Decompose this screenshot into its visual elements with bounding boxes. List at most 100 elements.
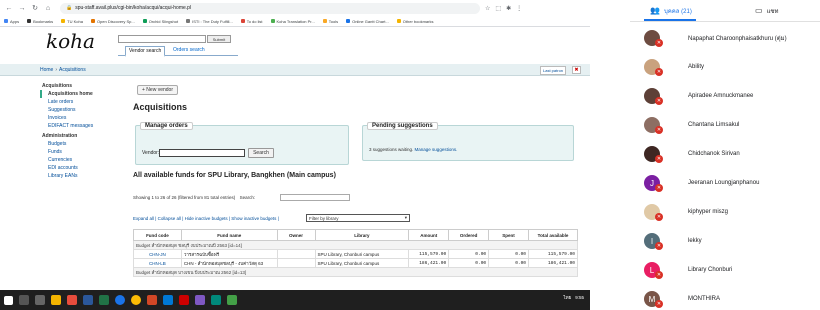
sidebar: Acquisitions Acquisitions home Late orde… xyxy=(40,80,130,180)
tab-chat[interactable]: ▭ แชท xyxy=(755,6,778,16)
chat-icon: ▭ xyxy=(755,6,763,15)
task-view-icon[interactable] xyxy=(35,295,45,305)
close-icon[interactable]: ✖ xyxy=(572,66,581,74)
bookmark-item[interactable]: Bookmarks xyxy=(27,19,53,24)
url-field[interactable]: 🔒 spu-staff.avail.plus/cgi-bin/koha/acqu… xyxy=(60,2,480,14)
group-label: Budget สำนักหอสมุด ชลบุรี งบประมาณปี 256… xyxy=(133,240,578,250)
sidebar-item-library-eans[interactable]: Library EANs xyxy=(40,172,130,180)
expand-collapse-links[interactable]: Expand all | Collapse all | Hide inactiv… xyxy=(133,216,279,221)
fund-spent: 0.00 xyxy=(488,249,530,259)
participant-row[interactable]: ✕ Apiradee Amnuckmanee xyxy=(644,86,820,106)
last-patron-button[interactable]: Last patron xyxy=(540,66,567,75)
participant-row[interactable]: ✕ Ability xyxy=(644,57,820,77)
col-amount[interactable]: Amount xyxy=(408,229,450,241)
clock[interactable]: 9:55 xyxy=(575,295,584,300)
bookmark-item[interactable]: ISTI : The Duty Fulfill... xyxy=(186,19,233,24)
breadcrumb-acquisitions[interactable]: Acquisitions xyxy=(59,67,86,73)
tab-orders-search[interactable]: Orders search xyxy=(173,47,205,53)
participant-row[interactable]: ✕ Chidchanok Sirivan xyxy=(644,144,820,164)
puzzle-icon[interactable]: ✱ xyxy=(506,5,511,12)
participant-row[interactable]: M ✕ MONTHIRA xyxy=(644,289,820,309)
edge-icon[interactable] xyxy=(163,295,173,305)
sidebar-item-late-orders[interactable]: Late orders xyxy=(40,98,130,106)
menu-icon[interactable]: ⋮ xyxy=(516,5,522,12)
bookmark-item[interactable]: Koha Translation Pr... xyxy=(270,19,315,24)
app-icon[interactable] xyxy=(67,295,77,305)
search-icon[interactable] xyxy=(19,295,29,305)
vendor-submit-button[interactable]: Submit xyxy=(207,35,231,43)
sidebar-item-budgets[interactable]: Budgets xyxy=(40,140,130,148)
file-explorer-icon[interactable] xyxy=(51,295,61,305)
sidebar-item-acquisitions-home[interactable]: Acquisitions home xyxy=(40,90,130,98)
participant-name: Chidchanok Sirivan xyxy=(688,151,740,157)
filter-library-select[interactable]: Filter by library ▾ xyxy=(306,214,410,222)
star-icon[interactable]: ☆ xyxy=(485,5,490,12)
col-owner[interactable]: Owner xyxy=(276,229,316,241)
participant-row[interactable]: ✕ Chantana Limsakul xyxy=(644,115,820,135)
avatar: M ✕ xyxy=(644,291,663,308)
app-icon-3[interactable] xyxy=(211,295,221,305)
fund-code-link[interactable]: CHN-LB xyxy=(149,261,166,266)
avatar: ✕ xyxy=(644,204,663,221)
sidebar-item-edifact[interactable]: EDIFACT messages xyxy=(40,122,130,130)
vendor-label: Vendor: xyxy=(142,150,160,156)
breadcrumb-home[interactable]: Home xyxy=(40,67,53,73)
sidebar-item-edi-accounts[interactable]: EDI accounts xyxy=(40,164,130,172)
mic-off-icon: ✕ xyxy=(655,68,663,76)
windows-start-icon[interactable] xyxy=(4,295,13,305)
sidebar-item-currencies[interactable]: Currencies xyxy=(40,156,130,164)
manage-suggestions-link[interactable]: Manage suggestions. xyxy=(415,147,458,152)
meet-participants-panel: 👥 บุคคล (21) ▭ แชท ✕ Napaphat Charoonphai… xyxy=(630,0,820,310)
reload-icon[interactable]: ↻ xyxy=(30,3,40,13)
word-icon[interactable] xyxy=(83,295,93,305)
fund-code-link[interactable]: CHN-JN xyxy=(149,252,166,257)
participant-name: Ability xyxy=(688,64,705,70)
new-vendor-button[interactable]: + New vendor xyxy=(137,85,178,95)
vendor-input[interactable] xyxy=(159,149,245,157)
lang-indicator[interactable]: ไทย xyxy=(563,294,571,301)
extension-icon[interactable]: ⬚ xyxy=(495,5,501,12)
table-row: CHN-LB CHN - สำนักหอสมุดชลบุรี - งบค่าวั… xyxy=(133,258,578,268)
back-icon[interactable]: ← xyxy=(4,3,14,13)
bookmark-item[interactable]: TU Koha xyxy=(61,19,83,24)
forward-icon[interactable]: → xyxy=(17,3,27,13)
col-fund-code[interactable]: Fund code xyxy=(133,229,182,241)
acrobat-icon[interactable] xyxy=(179,295,189,305)
bookmark-item[interactable]: Open Discovery Sp... xyxy=(90,19,135,24)
search-button[interactable]: Search xyxy=(248,148,274,158)
sidebar-item-funds[interactable]: Funds xyxy=(40,148,130,156)
col-fund-name[interactable]: Fund name xyxy=(180,229,278,241)
avatar: ✕ xyxy=(644,59,663,76)
bookmark-other[interactable]: Other bookmarks xyxy=(396,19,433,24)
sidebar-item-invoices[interactable]: Invoices xyxy=(40,114,130,122)
bookmark-item[interactable]: Tools xyxy=(322,19,338,24)
participant-row[interactable]: ✕ Napaphat Charoonphaisatkhuru (ตุ่ม) xyxy=(644,28,820,48)
table-search-input[interactable] xyxy=(280,194,350,201)
bookmark-item[interactable]: To do list xyxy=(240,19,263,24)
home-icon[interactable]: ⌂ xyxy=(43,3,53,13)
participant-row[interactable]: J ✕ Jeeranan Loungjanphanou xyxy=(644,173,820,193)
excel-icon[interactable] xyxy=(99,295,109,305)
funds-table: Fund code Fund name Owner Library Amount… xyxy=(133,229,578,277)
col-spent[interactable]: Spent xyxy=(488,229,530,241)
vendor-search-input[interactable] xyxy=(118,35,206,43)
powerpoint-icon[interactable] xyxy=(147,295,157,305)
app-icon-2[interactable] xyxy=(195,295,205,305)
tab-vendor-search[interactable]: Vendor search xyxy=(125,46,166,57)
col-library[interactable]: Library xyxy=(314,229,410,241)
koha-logo[interactable]: koha xyxy=(46,29,95,53)
app-icon-4[interactable] xyxy=(227,295,237,305)
bookmark-item[interactable]: Apps xyxy=(4,19,19,24)
col-total-available[interactable]: Total available xyxy=(528,229,578,241)
sidebar-item-suggestions[interactable]: Suggestions xyxy=(40,106,130,114)
chrome-icon-2[interactable] xyxy=(131,295,141,305)
chrome-icon[interactable] xyxy=(115,295,125,305)
participant-row[interactable]: L ✕ Library Chonburi xyxy=(644,260,820,280)
participant-row[interactable]: l ✕ lekky xyxy=(644,231,820,251)
windows-taskbar: ไทย 9:55 xyxy=(0,290,590,310)
participant-row[interactable]: ✕ kiphyper miszg xyxy=(644,202,820,222)
col-ordered[interactable]: Ordered xyxy=(448,229,490,241)
tab-people[interactable]: 👥 บุคคล (21) xyxy=(650,6,692,16)
bookmark-item[interactable]: Online Gantt Chart... xyxy=(346,19,389,24)
bookmark-item[interactable]: Orchid Slingshot xyxy=(142,19,178,24)
